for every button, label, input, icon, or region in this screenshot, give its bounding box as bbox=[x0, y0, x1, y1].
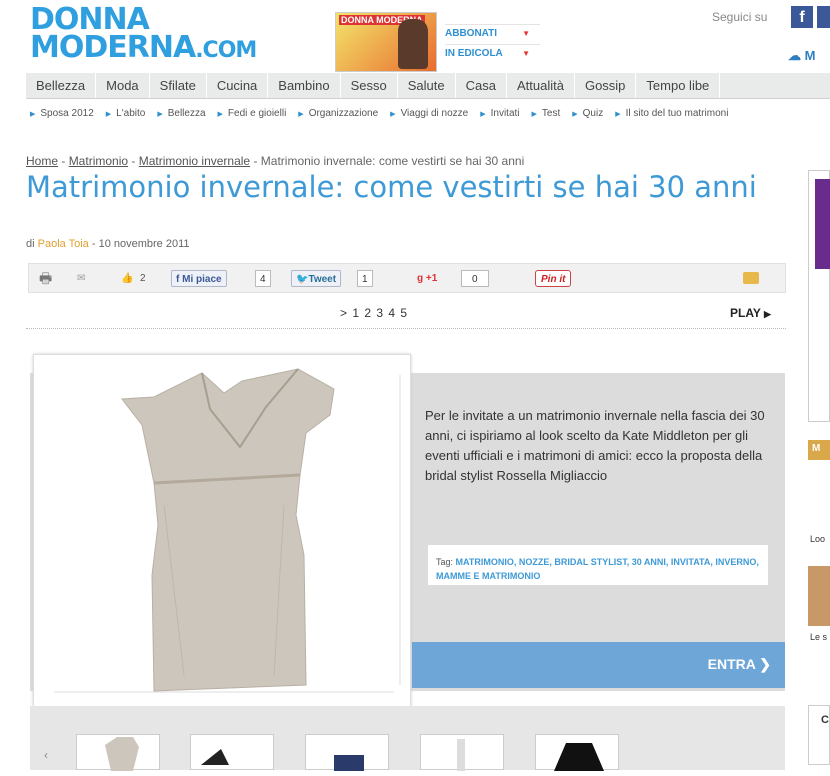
subnav-item[interactable]: Organizzazione bbox=[298, 108, 378, 119]
gplus-button[interactable]: g +1 bbox=[417, 270, 437, 287]
sidebar-ad[interactable] bbox=[808, 170, 830, 422]
cover-photo bbox=[398, 19, 428, 69]
chevron-down-icon: ▼ bbox=[522, 29, 530, 38]
gallery-image[interactable] bbox=[33, 354, 411, 707]
subnav-item[interactable]: Test bbox=[532, 108, 561, 119]
facebook-like-count: 4 bbox=[255, 270, 271, 287]
breadcrumb-matrimonio[interactable]: Matrimonio bbox=[69, 154, 128, 168]
ad-image bbox=[815, 179, 830, 269]
sidebar-box-header: M bbox=[808, 440, 830, 460]
breadcrumb-sep: - bbox=[58, 154, 69, 168]
nav-item-gossip[interactable]: Gossip bbox=[575, 73, 637, 98]
thumbnail[interactable] bbox=[76, 734, 160, 771]
email-icon[interactable]: ✉ bbox=[77, 270, 85, 287]
article-date: - 10 novembre 2011 bbox=[88, 238, 190, 250]
sidebar-item[interactable]: Le s bbox=[810, 632, 827, 642]
dress-image bbox=[54, 368, 401, 693]
gallery-pager[interactable]: > 1 2 3 4 5 bbox=[340, 306, 408, 320]
breadcrumb: Home - Matrimonio - Matrimonio invernale… bbox=[26, 154, 524, 168]
social-icon[interactable] bbox=[817, 6, 830, 28]
tweet-count: 1 bbox=[357, 270, 373, 287]
pinterest-button[interactable]: Pin it bbox=[535, 270, 572, 287]
sidebar-thumb[interactable] bbox=[808, 566, 830, 626]
byline: di Paola Toia - 10 novembre 2011 bbox=[26, 238, 190, 250]
tags-label: Tag: bbox=[436, 557, 454, 567]
tweet-button[interactable]: 🐦Tweet bbox=[291, 270, 342, 287]
subnav-item[interactable]: Il sito del tuo matrimoni bbox=[615, 108, 728, 119]
thumbnail[interactable] bbox=[535, 734, 619, 771]
subnav-item[interactable]: L'abito bbox=[106, 108, 146, 119]
subnav-item[interactable]: Viaggi di nozze bbox=[390, 108, 468, 119]
divider bbox=[26, 328, 786, 329]
sidebar-item[interactable]: Loo bbox=[810, 534, 825, 544]
site-logo[interactable]: DONNA MODERNA.COM bbox=[30, 2, 257, 68]
logo-line2: MODERNA.COM bbox=[30, 30, 257, 65]
facebook-icon[interactable]: f bbox=[791, 6, 813, 28]
subscribe-link[interactable]: ABBONATI ▼ bbox=[445, 24, 540, 42]
share-bar: 🖶 ✉ 👍 2 f Mi piace 4 🐦Tweet 1 g +1 0 Pin… bbox=[28, 263, 786, 293]
like-count: 2 bbox=[140, 273, 146, 284]
gplus-icon: g bbox=[417, 273, 426, 284]
newsstand-link[interactable]: IN EDICOLA ▼ bbox=[445, 44, 540, 62]
follow-label: Seguici su bbox=[712, 10, 768, 24]
nav-item-salute[interactable]: Salute bbox=[398, 73, 456, 98]
comment-icon[interactable] bbox=[743, 272, 759, 284]
twitter-icon: 🐦 bbox=[296, 274, 309, 285]
nav-item-bambino[interactable]: Bambino bbox=[268, 73, 341, 98]
breadcrumb-current: Matrimonio invernale: come vestirti se h… bbox=[260, 154, 525, 168]
nav-item-attualita[interactable]: Attualità bbox=[507, 73, 575, 98]
subnav-item[interactable]: Bellezza bbox=[157, 108, 205, 119]
author-link[interactable]: Paola Toia bbox=[38, 238, 89, 250]
tags-list[interactable]: MATRIMONIO, NOZZE, BRIDAL STYLIST, 30 AN… bbox=[436, 557, 759, 581]
like-icon[interactable]: 👍 bbox=[121, 270, 133, 287]
cloud-icon: ☁ bbox=[788, 48, 805, 63]
main-nav: Bellezza Moda Sfilate Cucina Bambino Sesso Sal… bbox=[26, 73, 830, 99]
enter-button[interactable]: ENTRA ❯ bbox=[412, 642, 785, 688]
play-button[interactable]: PLAY ▶ bbox=[730, 306, 771, 320]
nav-item-sfilate[interactable]: Sfilate bbox=[150, 73, 207, 98]
thumbnail[interactable] bbox=[420, 734, 504, 771]
sidebar-box: C bbox=[808, 705, 830, 765]
nav-item-moda[interactable]: Moda bbox=[96, 73, 150, 98]
weather-widget[interactable]: ☁ M bbox=[788, 48, 815, 64]
gplus-count: 0 bbox=[461, 270, 489, 287]
breadcrumb-sep: - bbox=[128, 154, 139, 168]
tags-box: Tag: MATRIMONIO, NOZZE, BRIDAL STYLIST, … bbox=[428, 545, 768, 585]
nav-item-bellezza[interactable]: Bellezza bbox=[26, 73, 97, 98]
breadcrumb-home[interactable]: Home bbox=[26, 154, 58, 168]
nav-item-casa[interactable]: Casa bbox=[456, 73, 507, 98]
play-icon: ▶ bbox=[764, 309, 771, 319]
facebook-like-button[interactable]: f Mi piace bbox=[171, 270, 227, 287]
magazine-cover[interactable]: DONNA MODERNA bbox=[335, 12, 437, 72]
chevron-down-icon: ▼ bbox=[522, 49, 530, 58]
nav-item-cucina[interactable]: Cucina bbox=[207, 73, 269, 98]
subnav-item[interactable]: Fedi e gioielli bbox=[218, 108, 287, 119]
subnav-item[interactable]: Invitati bbox=[480, 108, 519, 119]
nav-item-tempo-libero[interactable]: Tempo libe bbox=[636, 73, 721, 98]
gallery-caption: Per le invitate a un matrimonio invernal… bbox=[425, 408, 765, 483]
nav-item-sesso[interactable]: Sesso bbox=[341, 73, 398, 98]
byline-prefix: di bbox=[26, 238, 38, 250]
print-icon[interactable]: 🖶 bbox=[39, 270, 52, 287]
sub-nav: Sposa 2012 L'abito Bellezza Fedi e gioielli… bbox=[30, 104, 830, 124]
thumbnail[interactable] bbox=[305, 734, 389, 771]
chevron-left-icon[interactable]: ‹ bbox=[44, 748, 48, 762]
breadcrumb-matrimonio-invernale[interactable]: Matrimonio invernale bbox=[139, 154, 250, 168]
article-title: Matrimonio invernale: come vestirti se h… bbox=[26, 170, 757, 204]
subnav-item[interactable]: Quiz bbox=[572, 108, 603, 119]
subnav-item[interactable]: Sposa 2012 bbox=[30, 108, 94, 119]
thumbnail[interactable] bbox=[190, 734, 274, 770]
breadcrumb-sep: - bbox=[250, 154, 261, 168]
